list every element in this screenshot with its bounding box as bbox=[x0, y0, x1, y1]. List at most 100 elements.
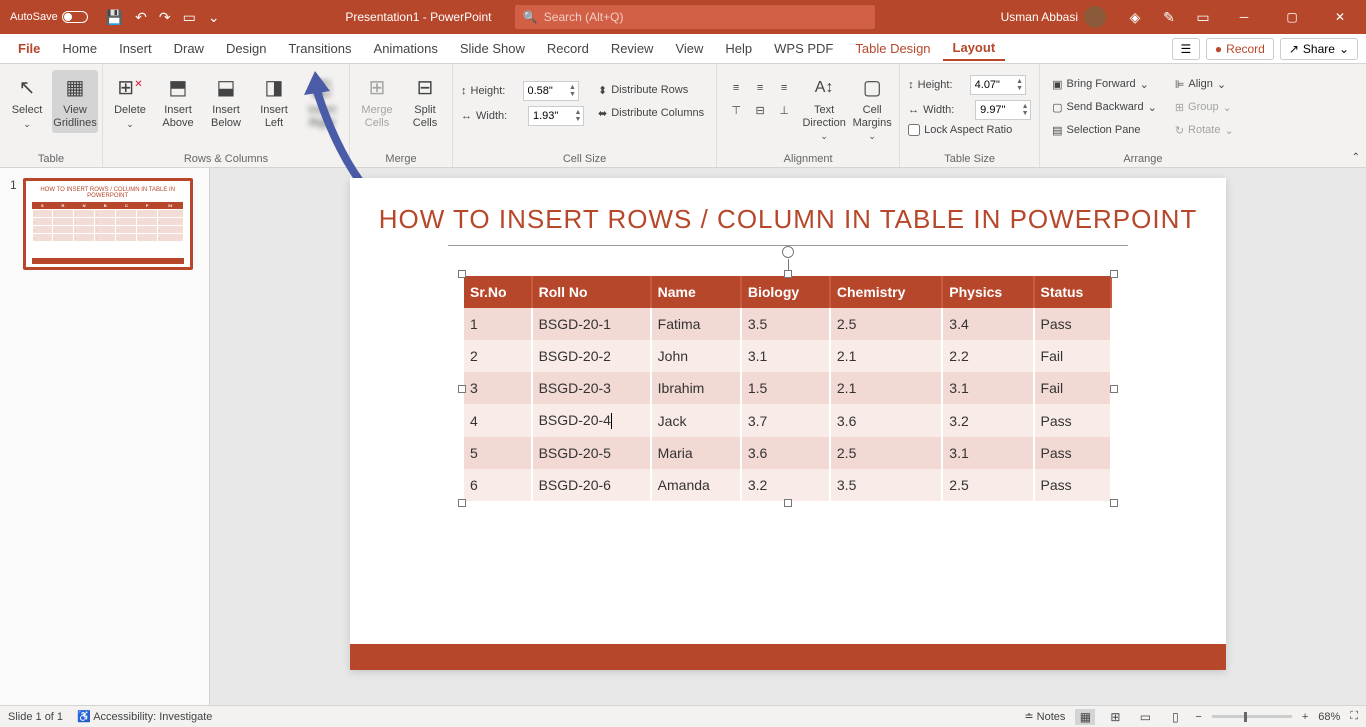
table-cell[interactable]: Ibrahim bbox=[651, 372, 741, 404]
slide-thumbnail-1[interactable]: HOW TO INSERT ROWS / COLUMN IN TABLE IN … bbox=[23, 178, 193, 270]
table-header[interactable]: Sr.No bbox=[464, 276, 532, 308]
search-input[interactable] bbox=[544, 10, 867, 24]
minimize-button[interactable]: ─ bbox=[1222, 0, 1266, 34]
tab-draw[interactable]: Draw bbox=[164, 37, 214, 60]
table-cell[interactable]: 4 bbox=[464, 404, 532, 437]
slideshow-icon[interactable]: ▭ bbox=[183, 9, 196, 26]
search-box[interactable]: 🔍 bbox=[515, 5, 875, 29]
table-row[interactable]: 4BSGD-20-4Jack3.73.63.2Pass bbox=[464, 404, 1111, 437]
insert-above-button[interactable]: ⬒Insert Above bbox=[155, 70, 201, 133]
tab-wpspdf[interactable]: WPS PDF bbox=[764, 37, 843, 60]
bring-forward-button[interactable]: ▣Bring Forward ⌄ bbox=[1048, 74, 1161, 94]
table-cell[interactable]: Fail bbox=[1034, 372, 1111, 404]
table-height-input[interactable] bbox=[971, 79, 1015, 91]
slide-title[interactable]: HOW TO INSERT ROWS / COLUMN IN TABLE IN … bbox=[350, 178, 1226, 235]
resize-handle[interactable] bbox=[458, 270, 466, 278]
distribute-cols-button[interactable]: ⬌Distribute Columns bbox=[594, 103, 708, 123]
table-cell[interactable]: 5 bbox=[464, 437, 532, 469]
insert-right-button[interactable]: ◧Insert Right bbox=[299, 70, 345, 133]
table-row[interactable]: 1BSGD-20-1Fatima3.52.53.4Pass bbox=[464, 308, 1111, 340]
normal-view-button[interactable]: ▦ bbox=[1075, 709, 1095, 725]
share-button[interactable]: ↗ Share ⌄ bbox=[1280, 38, 1358, 60]
row-height-input[interactable] bbox=[524, 85, 568, 97]
table-header[interactable]: Chemistry bbox=[830, 276, 942, 308]
reading-view-button[interactable]: ▭ bbox=[1135, 709, 1155, 725]
view-gridlines-button[interactable]: ▦View Gridlines bbox=[52, 70, 98, 133]
fit-window-button[interactable]: ⛶ bbox=[1350, 710, 1358, 723]
table-cell[interactable]: Fail bbox=[1034, 340, 1111, 372]
ribbon-display-icon[interactable]: ▭ bbox=[1188, 9, 1218, 26]
delete-button[interactable]: ⊞✕Delete⌄ bbox=[107, 70, 153, 133]
diamond-icon[interactable]: ◈ bbox=[1120, 9, 1150, 26]
maximize-button[interactable]: ▢ bbox=[1270, 0, 1314, 34]
table-cell[interactable]: 1 bbox=[464, 308, 532, 340]
table-cell[interactable]: 3.1 bbox=[741, 340, 830, 372]
down-arrow-icon[interactable]: ▼ bbox=[568, 91, 578, 98]
table-cell[interactable]: 3.1 bbox=[942, 372, 1033, 404]
table-cell[interactable]: Pass bbox=[1034, 308, 1111, 340]
save-icon[interactable]: 💾 bbox=[106, 9, 123, 26]
table-cell[interactable]: BSGD-20-4 bbox=[532, 404, 651, 437]
table-cell[interactable]: 3.4 bbox=[942, 308, 1033, 340]
lock-aspect-checkbox[interactable]: Lock Aspect Ratio bbox=[908, 124, 1031, 136]
table-cell[interactable]: John bbox=[651, 340, 741, 372]
table-cell[interactable]: 3.5 bbox=[830, 469, 942, 501]
table-cell[interactable]: 2 bbox=[464, 340, 532, 372]
cell-margins-button[interactable]: ▢Cell Margins⌄ bbox=[849, 70, 895, 146]
align-bottom-button[interactable]: ⊥ bbox=[773, 100, 795, 120]
tab-home[interactable]: Home bbox=[52, 37, 107, 60]
table-cell[interactable]: 2.2 bbox=[942, 340, 1033, 372]
tab-record[interactable]: Record bbox=[537, 37, 599, 60]
insert-left-button[interactable]: ◨Insert Left bbox=[251, 70, 297, 133]
selection-pane-button[interactable]: ▤Selection Pane bbox=[1048, 120, 1161, 140]
slideshow-view-button[interactable]: ▯ bbox=[1165, 709, 1185, 725]
align-right-button[interactable]: ≡ bbox=[773, 78, 795, 98]
table-cell[interactable]: Maria bbox=[651, 437, 741, 469]
tab-help[interactable]: Help bbox=[715, 37, 762, 60]
table-cell[interactable]: 2.1 bbox=[830, 372, 942, 404]
zoom-in-button[interactable]: + bbox=[1302, 711, 1308, 723]
table-cell[interactable]: 6 bbox=[464, 469, 532, 501]
tab-table-design[interactable]: Table Design bbox=[845, 37, 940, 60]
table-cell[interactable]: BSGD-20-6 bbox=[532, 469, 651, 501]
table-cell[interactable]: 2.5 bbox=[830, 437, 942, 469]
up-arrow-icon[interactable]: ▲ bbox=[568, 84, 578, 91]
table-row[interactable]: 5BSGD-20-5Maria3.62.53.1Pass bbox=[464, 437, 1111, 469]
table-header[interactable]: Name bbox=[651, 276, 741, 308]
table-header[interactable]: Physics bbox=[942, 276, 1033, 308]
table-cell[interactable]: 3.6 bbox=[741, 437, 830, 469]
collapse-ribbon-button[interactable]: ⌃ bbox=[1352, 152, 1360, 163]
table-cell[interactable]: 2.5 bbox=[830, 308, 942, 340]
accessibility-status[interactable]: ♿ Accessibility: Investigate bbox=[77, 710, 212, 723]
text-direction-button[interactable]: A↕Text Direction⌄ bbox=[801, 70, 847, 146]
comments-button[interactable]: ☰ bbox=[1172, 38, 1200, 60]
table-row[interactable]: 3BSGD-20-3Ibrahim1.52.13.1Fail bbox=[464, 372, 1111, 404]
table-cell[interactable]: BSGD-20-5 bbox=[532, 437, 651, 469]
user-account[interactable]: Usman Abbasi bbox=[1001, 6, 1106, 28]
tab-insert[interactable]: Insert bbox=[109, 37, 162, 60]
table-header[interactable]: Status bbox=[1034, 276, 1111, 308]
split-cells-button[interactable]: ⊟Split Cells bbox=[402, 70, 448, 133]
align-middle-button[interactable]: ⊟ bbox=[749, 100, 771, 120]
table-cell[interactable]: BSGD-20-3 bbox=[532, 372, 651, 404]
tab-design[interactable]: Design bbox=[216, 37, 276, 60]
zoom-slider[interactable] bbox=[1212, 715, 1292, 718]
table-cell[interactable]: 2.5 bbox=[942, 469, 1033, 501]
pen-icon[interactable]: ✎ bbox=[1154, 9, 1184, 26]
align-left-button[interactable]: ≡ bbox=[725, 78, 747, 98]
slide-canvas[interactable]: HOW TO INSERT ROWS / COLUMN IN TABLE IN … bbox=[210, 168, 1366, 705]
table-row[interactable]: 6BSGD-20-6Amanda3.23.52.5Pass bbox=[464, 469, 1111, 501]
tab-layout[interactable]: Layout bbox=[943, 36, 1006, 61]
qat-more-icon[interactable]: ⌄ bbox=[208, 9, 220, 26]
tab-transitions[interactable]: Transitions bbox=[278, 37, 361, 60]
tab-animations[interactable]: Animations bbox=[364, 37, 448, 60]
table-cell[interactable]: 3.2 bbox=[741, 469, 830, 501]
table-cell[interactable]: 3 bbox=[464, 372, 532, 404]
close-button[interactable]: ✕ bbox=[1318, 0, 1362, 34]
slide-indicator[interactable]: Slide 1 of 1 bbox=[8, 711, 63, 723]
sorter-view-button[interactable]: ⊞ bbox=[1105, 709, 1125, 725]
table-cell[interactable]: 2.1 bbox=[830, 340, 942, 372]
table-cell[interactable]: Fatima bbox=[651, 308, 741, 340]
table-container[interactable]: Sr.NoRoll NoNameBiologyChemistryPhysicsS… bbox=[464, 276, 1112, 501]
align-top-button[interactable]: ⊤ bbox=[725, 100, 747, 120]
